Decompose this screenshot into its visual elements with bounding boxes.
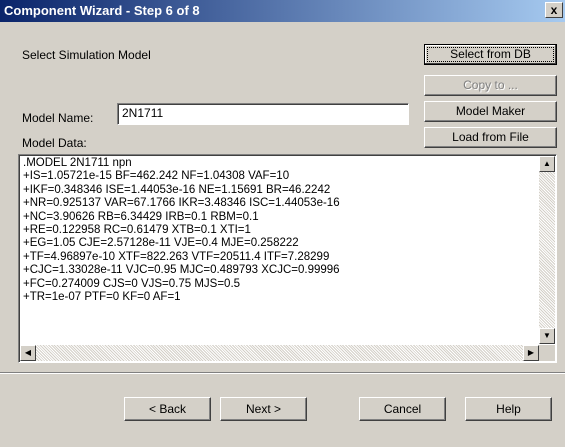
scrollbar-corner — [539, 345, 555, 361]
title-bar: Component Wizard - Step 6 of 8 x — [0, 0, 565, 22]
model-data-line: +TF=4.96897e-10 XTF=822.263 VTF=20511.4 … — [23, 250, 330, 263]
model-name-field[interactable] — [117, 103, 409, 125]
arrow-up-icon[interactable]: ▲ — [539, 156, 555, 172]
model-name-label: Model Name: — [22, 111, 94, 125]
model-data-line: .MODEL 2N1711 npn — [23, 157, 132, 169]
help-label: Help — [496, 402, 521, 416]
footer-divider — [0, 372, 565, 374]
model-data-line: +EG=1.05 CJE=2.57128e-11 VJE=0.4 MJE=0.2… — [23, 237, 299, 250]
arrow-right-icon[interactable]: ▶ — [523, 345, 539, 361]
arrow-left-icon[interactable]: ◀ — [20, 345, 36, 361]
model-data-label: Model Data: — [22, 136, 87, 150]
back-label: < Back — [148, 402, 187, 416]
vertical-scrollbar[interactable]: ▲ ▼ — [539, 156, 555, 344]
model-maker-button[interactable]: Model Maker — [424, 101, 557, 122]
next-button[interactable]: Next > — [220, 397, 307, 421]
model-data-line: +CJC=1.33028e-11 VJC=0.95 MJC=0.489793 X… — [23, 264, 340, 277]
model-data-lines: .MODEL 2N1711 npn +IS=1.05721e-15 BF=462.… — [23, 157, 537, 304]
model-name-input[interactable] — [118, 104, 408, 122]
copy-to-label: Copy to ... — [463, 78, 518, 92]
cancel-label: Cancel — [383, 402, 422, 416]
window-title: Component Wizard - Step 6 of 8 — [4, 3, 200, 18]
select-from-db-button[interactable]: Select from DB — [424, 44, 557, 65]
horizontal-scrollbar[interactable]: ◀ ▶ — [20, 345, 539, 361]
close-icon: x — [550, 3, 558, 17]
select-from-db-label: Select from DB — [450, 47, 531, 61]
section-heading: Select Simulation Model — [22, 48, 151, 62]
load-from-file-label: Load from File — [452, 130, 529, 144]
model-data-line: +IS=1.05721e-15 BF=462.242 NF=1.04308 VA… — [23, 170, 290, 183]
model-data-line: +TR=1e-07 PTF=0 KF=0 AF=1 — [23, 291, 181, 304]
model-data-line: +NR=0.925137 VAR=67.1766 IKR=3.48346 ISC… — [23, 197, 340, 210]
model-data-line: +FC=0.274009 CJS=0 VJS=0.75 MJS=0.5 — [23, 277, 241, 290]
cancel-button[interactable]: Cancel — [359, 397, 446, 421]
next-label: Next > — [245, 402, 281, 416]
copy-to-button[interactable]: Copy to ... — [424, 75, 557, 96]
model-maker-label: Model Maker — [455, 104, 526, 118]
model-data-line: +RE=0.122958 RC=0.61479 XTB=0.1 XTI=1 — [23, 224, 251, 237]
model-data-line: +IKF=0.348346 ISE=1.44053e-16 NE=1.15691… — [23, 183, 331, 196]
model-data-line: +NC=3.90626 RB=6.34429 IRB=0.1 RBM=0.1 — [23, 210, 259, 223]
load-from-file-button[interactable]: Load from File — [424, 127, 557, 148]
arrow-down-icon[interactable]: ▼ — [539, 328, 555, 344]
close-button[interactable]: x — [545, 2, 563, 18]
back-button[interactable]: < Back — [124, 397, 211, 421]
help-button[interactable]: Help — [465, 397, 552, 421]
model-data-textarea[interactable]: .MODEL 2N1711 npn +IS=1.05721e-15 BF=462.… — [18, 154, 557, 363]
